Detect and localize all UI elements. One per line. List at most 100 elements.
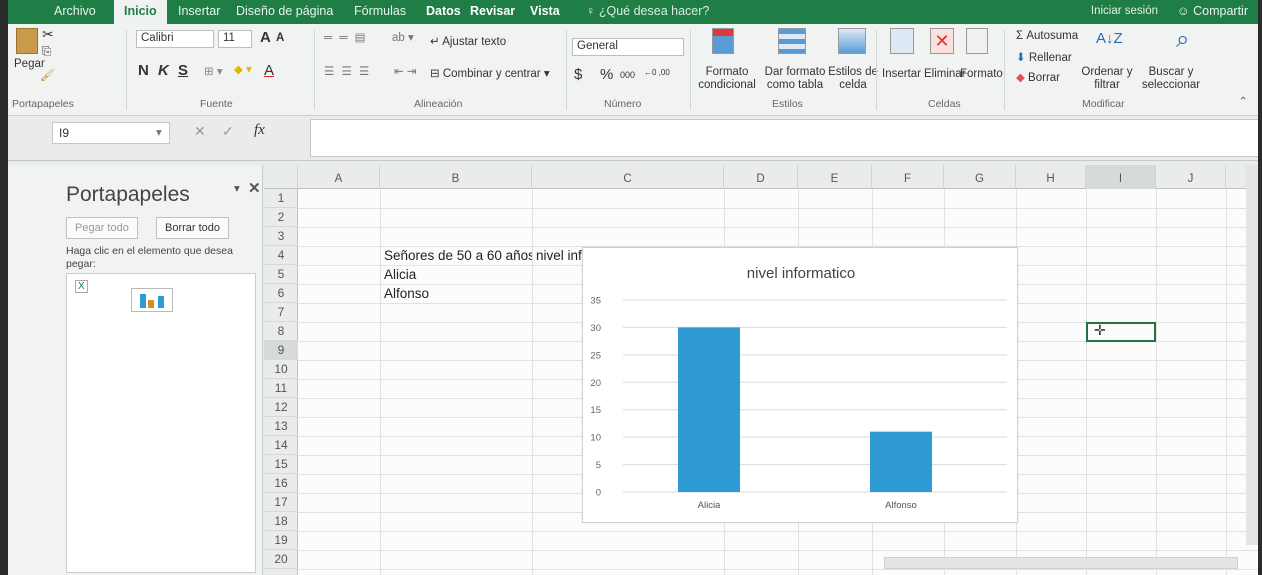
row-header[interactable]: 19 bbox=[264, 531, 298, 550]
cell-B5[interactable]: Alicia bbox=[380, 265, 532, 284]
borders-icon[interactable]: ⊞ ▾ bbox=[204, 64, 223, 78]
column-header[interactable]: C bbox=[532, 165, 724, 189]
align-icons[interactable]: ☰ ☰ ☰ bbox=[324, 64, 371, 78]
row-header[interactable]: 14 bbox=[264, 436, 298, 455]
underline-button[interactable]: S bbox=[178, 62, 188, 79]
sort-filter-button[interactable]: Ordenar y filtrar bbox=[1078, 66, 1136, 92]
insert-function-button[interactable]: fx bbox=[254, 122, 265, 139]
italic-button[interactable]: K bbox=[158, 62, 169, 79]
top-align-icons[interactable]: ═ ═ ▤ bbox=[324, 30, 368, 44]
search-icon[interactable]: ⌕ bbox=[1176, 26, 1189, 54]
row-header[interactable]: 13 bbox=[264, 417, 298, 436]
clear-all-button[interactable]: Borrar todo bbox=[156, 217, 230, 239]
row-header[interactable]: 16 bbox=[264, 474, 298, 493]
pane-options-icon[interactable]: ▾ bbox=[234, 181, 240, 195]
find-select-button[interactable]: Buscar y seleccionar bbox=[1136, 66, 1206, 92]
format-button[interactable]: Formato bbox=[960, 68, 1003, 80]
format-painter-icon[interactable]: 🖌 bbox=[40, 68, 55, 82]
increase-decimal-button[interactable]: ←0 ,00 bbox=[644, 68, 670, 77]
percent-button[interactable]: % bbox=[600, 66, 613, 83]
orientation-icon[interactable]: ab ▾ bbox=[392, 30, 414, 44]
grow-font-button[interactable]: A bbox=[260, 29, 271, 46]
row-header[interactable]: 17 bbox=[264, 493, 298, 512]
tab-review[interactable]: Revisar bbox=[470, 4, 515, 18]
select-all-corner[interactable] bbox=[264, 165, 298, 189]
column-header[interactable]: I bbox=[1086, 165, 1156, 189]
format-as-table-button[interactable]: Dar formato como tabla bbox=[760, 66, 830, 92]
tab-home[interactable]: Inicio bbox=[114, 0, 167, 24]
row-header[interactable]: 4 bbox=[264, 246, 298, 265]
delete-cells-icon[interactable]: ✕ bbox=[930, 28, 954, 54]
tab-formulas[interactable]: Fórmulas bbox=[354, 4, 406, 18]
clear-button[interactable]: ◆ Borrar bbox=[1016, 70, 1060, 84]
merge-center-button[interactable]: ⊟ Combinar y centrar ▾ bbox=[430, 66, 550, 80]
copy-icon[interactable]: ⎘ bbox=[42, 46, 51, 59]
column-header[interactable]: J bbox=[1156, 165, 1226, 189]
fill-color-icon[interactable]: ◆ ▾ bbox=[234, 62, 252, 76]
row-header[interactable]: 2 bbox=[264, 208, 298, 227]
row-header[interactable]: 20 bbox=[264, 550, 298, 569]
enter-icon[interactable]: ✓ bbox=[222, 123, 234, 140]
font-size-select[interactable]: 11 bbox=[218, 30, 252, 48]
column-header[interactable]: B bbox=[380, 165, 532, 189]
tab-view[interactable]: Vista bbox=[530, 4, 560, 18]
currency-button[interactable]: $ bbox=[574, 66, 582, 83]
font-color-button[interactable]: A bbox=[264, 62, 274, 79]
row-header[interactable]: 18 bbox=[264, 512, 298, 531]
column-header[interactable]: F bbox=[872, 165, 944, 189]
indent-icons[interactable]: ⇤ ⇥ bbox=[394, 64, 416, 78]
close-icon[interactable]: ✕ bbox=[248, 179, 261, 197]
cell-styles-button[interactable]: Estilos de celda bbox=[828, 66, 878, 92]
bold-button[interactable]: N bbox=[138, 62, 149, 79]
insert-cells-icon[interactable] bbox=[890, 28, 914, 54]
cancel-icon[interactable]: ✕ bbox=[194, 123, 206, 140]
selected-cell-I9[interactable]: ✛ bbox=[1086, 322, 1156, 342]
vertical-scrollbar[interactable] bbox=[1246, 165, 1258, 545]
cell-B6[interactable]: Alfonso bbox=[380, 284, 532, 303]
name-box[interactable]: I9 bbox=[52, 122, 170, 144]
font-name-select[interactable]: Calibri bbox=[136, 30, 214, 48]
fill-button[interactable]: ⬇ Rellenar bbox=[1016, 50, 1072, 64]
conditional-format-icon[interactable] bbox=[712, 28, 734, 54]
shrink-font-button[interactable]: A bbox=[276, 32, 284, 44]
wrap-text-button[interactable]: ↵ Ajustar texto bbox=[430, 34, 506, 48]
column-header[interactable]: E bbox=[798, 165, 872, 189]
paste-icon[interactable] bbox=[16, 28, 38, 54]
collapse-ribbon-icon[interactable]: ⌃ bbox=[1238, 94, 1248, 108]
tab-page-layout[interactable]: Diseño de página bbox=[236, 4, 333, 18]
tab-insert[interactable]: Insertar bbox=[178, 4, 220, 18]
clipboard-item[interactable]: X bbox=[71, 280, 251, 316]
cell-B4[interactable]: Señores de 50 a 60 años bbox=[380, 246, 532, 265]
horizontal-scrollbar[interactable] bbox=[884, 557, 1238, 569]
row-header[interactable]: 11 bbox=[264, 379, 298, 398]
row-header[interactable]: 5 bbox=[264, 265, 298, 284]
cut-icon[interactable]: ✂ bbox=[42, 26, 54, 43]
column-header[interactable]: D bbox=[724, 165, 798, 189]
tab-file[interactable]: Archivo bbox=[54, 4, 96, 18]
column-header[interactable]: H bbox=[1016, 165, 1086, 189]
tab-data[interactable]: Datos bbox=[426, 4, 461, 18]
conditional-format-button[interactable]: Formato condicional bbox=[696, 66, 758, 92]
tell-me-search[interactable]: ♀ ¿Qué desea hacer? bbox=[586, 4, 709, 18]
number-format-select[interactable]: General bbox=[572, 38, 684, 56]
insert-button[interactable]: Insertar bbox=[882, 68, 921, 80]
row-header[interactable]: 15 bbox=[264, 455, 298, 474]
paste-all-button[interactable]: Pegar todo bbox=[66, 217, 138, 239]
format-table-icon[interactable] bbox=[778, 28, 806, 54]
row-header[interactable]: 1 bbox=[264, 189, 298, 208]
sort-filter-icon[interactable]: A↓Z bbox=[1096, 30, 1123, 47]
column-header[interactable]: G bbox=[944, 165, 1016, 189]
cell-styles-icon[interactable] bbox=[838, 28, 866, 54]
share-button[interactable]: ☺ Compartir bbox=[1177, 4, 1248, 18]
formula-input[interactable] bbox=[310, 119, 1258, 157]
row-header[interactable]: 9 bbox=[264, 341, 298, 360]
row-header[interactable]: 8 bbox=[264, 322, 298, 341]
autosum-button[interactable]: Σ Autosuma bbox=[1016, 30, 1078, 42]
row-header[interactable]: 7 bbox=[264, 303, 298, 322]
row-header[interactable]: 6 bbox=[264, 284, 298, 303]
bar-chart[interactable]: nivel informatico 0 5 10 15 20 25 30 35 Alicia Alf… bbox=[582, 247, 1018, 523]
row-header[interactable]: 3 bbox=[264, 227, 298, 246]
row-header[interactable]: 12 bbox=[264, 398, 298, 417]
row-header[interactable]: 10 bbox=[264, 360, 298, 379]
worksheet-grid[interactable]: A B C D E F G H I J 1 2 3 4 5 6 7 8 9 10 11 12 13 14 1… bbox=[264, 165, 1258, 575]
